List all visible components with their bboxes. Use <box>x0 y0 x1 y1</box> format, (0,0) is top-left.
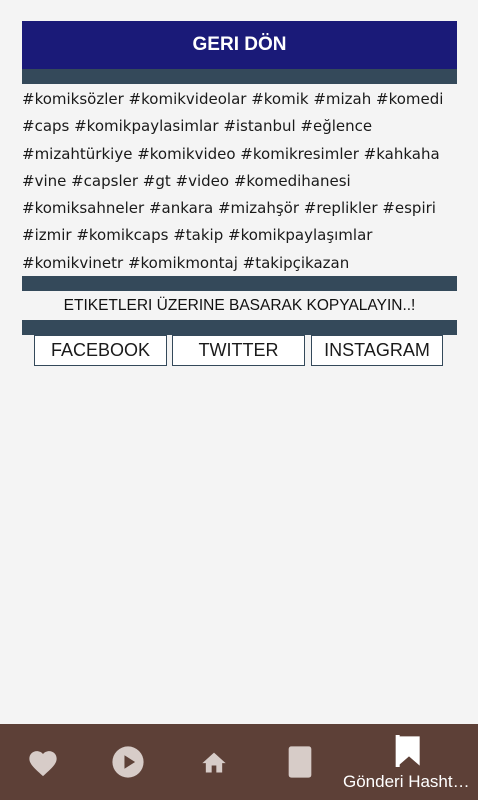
home-icon <box>202 752 226 773</box>
divider-bar-middle <box>22 276 457 291</box>
nav-item-hashtags[interactable]: Gönderi Hashtagleri <box>340 724 478 800</box>
bottom-navigation: Gönderi Hashtagleri <box>0 724 478 800</box>
nav-item-videos[interactable] <box>99 724 157 800</box>
play-icon <box>112 746 144 778</box>
instagram-button[interactable]: INSTAGRAM <box>311 335 443 366</box>
bookmark-icon-wrap <box>395 734 423 768</box>
heart-icon <box>29 751 57 777</box>
bookmark-icon <box>395 735 420 767</box>
nav-item-home[interactable] <box>185 724 243 800</box>
divider-bar-top <box>22 69 457 84</box>
nav-item-favorites[interactable] <box>14 724 72 800</box>
hashtags-text[interactable]: #komiksözler #komikvideolar #komik #miza… <box>22 86 457 277</box>
copy-hint-text: ETIKETLERI ÜZERINE BASARAK KOPYALAYIN..! <box>63 296 416 314</box>
twitter-button[interactable]: TWITTER <box>172 335 305 366</box>
back-button[interactable]: GERI DÖN <box>22 21 457 69</box>
page: GERI DÖN #komiksözler #komikvideolar #ko… <box>0 0 478 800</box>
book-icon <box>288 746 312 778</box>
facebook-button[interactable]: FACEBOOK <box>34 335 167 366</box>
divider-bar-bottom <box>22 320 457 335</box>
nav-label-hashtags: Gönderi Hashtagleri <box>343 772 475 791</box>
nav-item-posts[interactable] <box>271 724 329 800</box>
